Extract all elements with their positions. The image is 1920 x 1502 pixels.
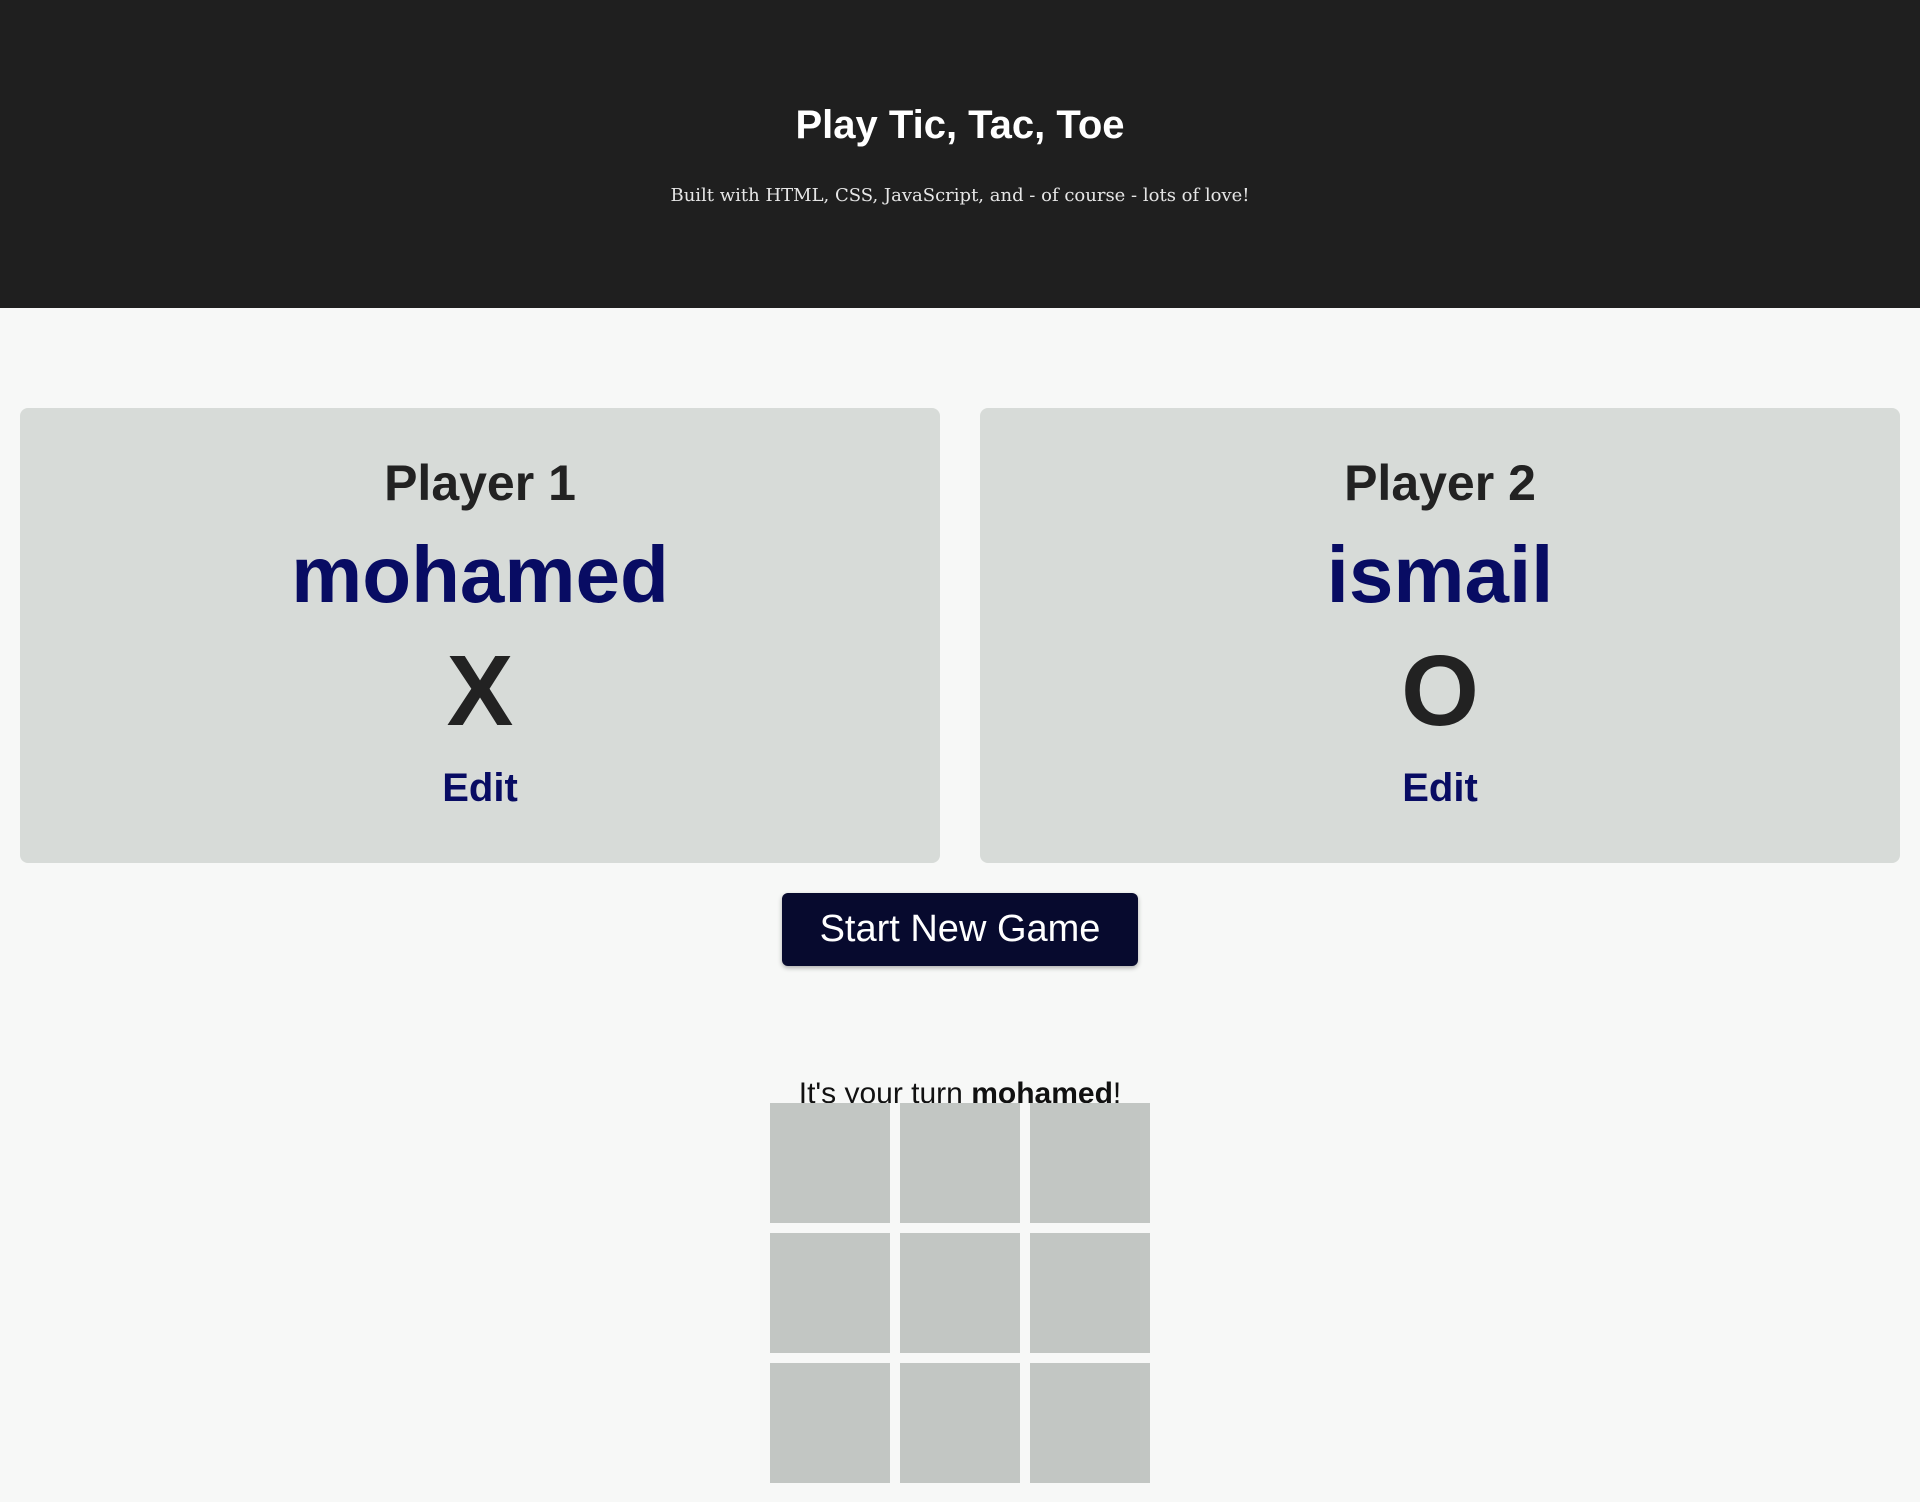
board-cell-2[interactable] bbox=[900, 1103, 1020, 1223]
board-cell-9[interactable] bbox=[1030, 1363, 1150, 1483]
player-2-label: Player 2 bbox=[1344, 455, 1536, 511]
player-card-2: Player 2 ismail O Edit bbox=[980, 408, 1900, 863]
board-cell-1[interactable] bbox=[770, 1103, 890, 1223]
page-subtitle: Built with HTML, CSS, JavaScript, and - … bbox=[670, 185, 1250, 206]
player-2-symbol: O bbox=[1401, 635, 1479, 747]
player-card-1: Player 1 mohamed X Edit bbox=[20, 408, 940, 863]
player-2-name: ismail bbox=[1326, 530, 1554, 619]
page-header: Play Tic, Tac, Toe Built with HTML, CSS,… bbox=[0, 0, 1920, 308]
player-1-name: mohamed bbox=[291, 530, 669, 619]
board-cell-7[interactable] bbox=[770, 1363, 890, 1483]
board-cell-3[interactable] bbox=[1030, 1103, 1150, 1223]
player-1-edit-button[interactable]: Edit bbox=[20, 760, 940, 816]
board-cell-5[interactable] bbox=[900, 1233, 1020, 1353]
start-new-game-button[interactable]: Start New Game bbox=[782, 893, 1138, 966]
player-1-label: Player 1 bbox=[384, 455, 576, 511]
board-cell-6[interactable] bbox=[1030, 1233, 1150, 1353]
board-cell-4[interactable] bbox=[770, 1233, 890, 1353]
board-cell-8[interactable] bbox=[900, 1363, 1020, 1483]
page-title: Play Tic, Tac, Toe bbox=[795, 103, 1125, 147]
player-1-symbol: X bbox=[446, 635, 514, 747]
game-board bbox=[770, 1103, 1150, 1483]
player-2-edit-button[interactable]: Edit bbox=[980, 760, 1900, 816]
player-config: Player 1 mohamed X Edit Player 2 ismail … bbox=[20, 408, 1900, 863]
